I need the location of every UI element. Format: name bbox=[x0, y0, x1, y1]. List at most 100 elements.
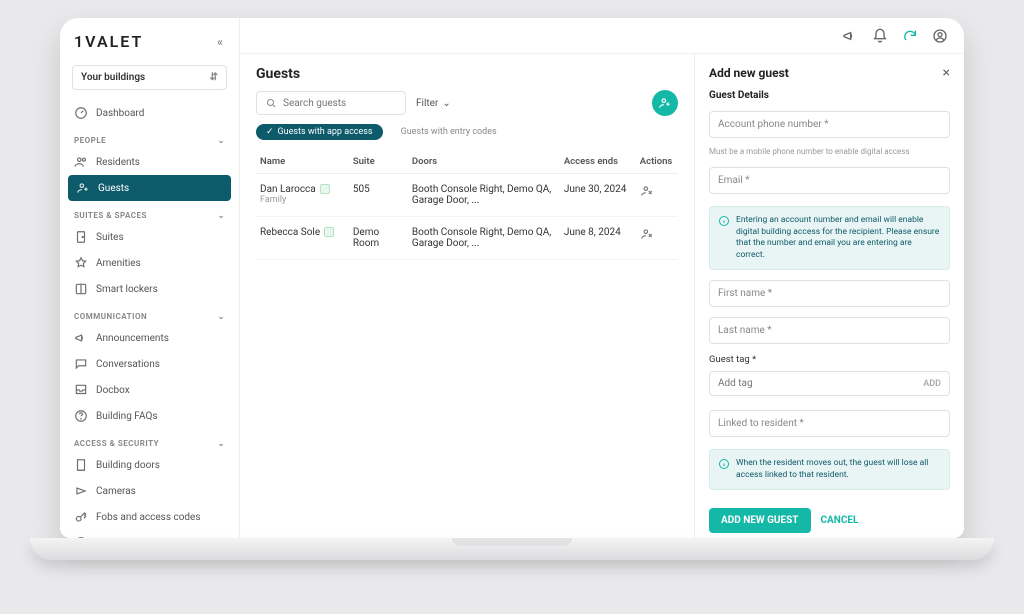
nav-label: Smart lockers bbox=[96, 284, 158, 295]
status-badge bbox=[324, 227, 334, 237]
cell-access-ends: June 8, 2024 bbox=[560, 217, 636, 260]
info-text: When the resident moves out, the guest w… bbox=[736, 458, 941, 481]
info-icon bbox=[718, 458, 730, 470]
add-guest-fab[interactable] bbox=[652, 90, 678, 116]
tab-app-access[interactable]: ✓ Guests with app access bbox=[256, 124, 383, 140]
guest-tag-label: Guest tag * bbox=[695, 350, 964, 367]
nav-guests[interactable]: Guests bbox=[68, 175, 231, 201]
nav-label: Conversations bbox=[96, 359, 160, 370]
bell-icon[interactable] bbox=[872, 28, 888, 44]
row-action-button[interactable] bbox=[640, 227, 654, 241]
cell-suite: 505 bbox=[349, 174, 408, 217]
add-guest-panel: Add new guest × Guest Details Account ph… bbox=[694, 54, 964, 538]
table-row[interactable]: Rebecca Sole Demo Room Booth Console Rig… bbox=[256, 217, 678, 260]
phone-field[interactable]: Account phone number * bbox=[709, 111, 950, 138]
nav-fobs[interactable]: Fobs and access codes bbox=[60, 504, 239, 530]
nav-label: Amenities bbox=[96, 258, 141, 269]
nav-suites[interactable]: Suites bbox=[60, 224, 239, 250]
search-input-wrapper[interactable] bbox=[256, 91, 406, 115]
nav-dashboard[interactable]: Dashboard bbox=[60, 100, 239, 126]
status-badge bbox=[320, 184, 330, 194]
cancel-button[interactable]: CANCEL bbox=[821, 515, 859, 526]
nav-logs[interactable]: Logs bbox=[60, 530, 239, 538]
nav-conversations[interactable]: Conversations bbox=[60, 351, 239, 377]
megaphone-icon bbox=[74, 331, 88, 345]
nav-doors[interactable]: Building doors bbox=[60, 452, 239, 478]
col-name[interactable]: Name bbox=[256, 150, 349, 174]
cell-suite: Demo Room bbox=[349, 217, 408, 260]
page-title: Guests bbox=[256, 66, 678, 82]
phone-hint: Must be a mobile phone number to enable … bbox=[709, 147, 950, 157]
nav-label: Announcements bbox=[96, 333, 169, 344]
guest-tabs: ✓ Guests with app access Guests with ent… bbox=[256, 124, 678, 140]
filter-button[interactable]: Filter ⌄ bbox=[416, 98, 451, 109]
nav-faqs[interactable]: Building FAQs bbox=[60, 403, 239, 429]
nav-section-comm[interactable]: COMMUNICATION ⌄ bbox=[60, 302, 239, 325]
nav-label: Dashboard bbox=[96, 108, 144, 119]
chevron-updown-icon: ⇵ bbox=[210, 72, 218, 83]
chevron-down-icon: ⌄ bbox=[442, 98, 450, 109]
last-name-field[interactable]: Last name * bbox=[709, 317, 950, 344]
refresh-icon[interactable] bbox=[902, 28, 918, 44]
email-field[interactable]: Email * bbox=[709, 167, 950, 194]
cell-access-ends: June 30, 2024 bbox=[560, 174, 636, 217]
submit-button[interactable]: ADD NEW GUEST bbox=[709, 508, 811, 533]
chevron-down-icon: ⌄ bbox=[218, 439, 225, 448]
inbox-icon bbox=[74, 383, 88, 397]
users-icon bbox=[74, 155, 88, 169]
tag-input[interactable] bbox=[718, 378, 923, 389]
chevron-down-icon: ⌄ bbox=[218, 136, 225, 145]
panel-footer: ADD NEW GUEST CANCEL bbox=[695, 496, 964, 538]
nav-label: Docbox bbox=[96, 385, 130, 396]
sidebar-collapse-button[interactable]: « bbox=[217, 35, 225, 49]
brand-row: 1VALET « bbox=[60, 18, 239, 59]
list-toolbar: Filter ⌄ bbox=[256, 90, 678, 116]
nav-amenities[interactable]: Amenities bbox=[60, 250, 239, 276]
nav-cameras[interactable]: Cameras bbox=[60, 478, 239, 504]
sidebar: 1VALET « Your buildings ⇵ Dashboard PEOP… bbox=[60, 18, 240, 538]
add-tag-button[interactable]: ADD bbox=[923, 379, 941, 389]
megaphone-icon[interactable] bbox=[842, 28, 858, 44]
tab-entry-codes[interactable]: Guests with entry codes bbox=[391, 124, 507, 140]
table-row[interactable]: Dan Larocca Family 505 Booth Console Rig… bbox=[256, 174, 678, 217]
row-action-button[interactable] bbox=[640, 184, 654, 198]
close-icon[interactable]: × bbox=[943, 66, 950, 80]
topbar bbox=[240, 18, 964, 54]
laptop-base bbox=[30, 538, 994, 560]
info-banner: Entering an account number and email wil… bbox=[709, 206, 950, 270]
guest-list: Guests Filter ⌄ bbox=[240, 54, 694, 538]
cell-name: Dan Larocca bbox=[260, 184, 316, 195]
nav-section-suites[interactable]: SUITES & SPACES ⌄ bbox=[60, 201, 239, 224]
locker-icon bbox=[74, 282, 88, 296]
chat-icon bbox=[74, 357, 88, 371]
cell-name: Rebecca Sole bbox=[260, 227, 320, 238]
nav-docbox[interactable]: Docbox bbox=[60, 377, 239, 403]
nav-residents[interactable]: Residents bbox=[60, 149, 239, 175]
linked-resident-field[interactable]: Linked to resident * bbox=[709, 410, 950, 437]
info-text: Entering an account number and email wil… bbox=[736, 215, 941, 261]
cell-doors: Booth Console Right, Demo QA, Garage Doo… bbox=[408, 174, 560, 217]
search-icon bbox=[265, 97, 277, 109]
chevron-down-icon: ⌄ bbox=[218, 211, 225, 220]
col-access-ends[interactable]: Access ends bbox=[560, 150, 636, 174]
nav-smartlockers[interactable]: Smart lockers bbox=[60, 276, 239, 302]
brand-logo: 1VALET bbox=[74, 32, 143, 51]
building-selector-label: Your buildings bbox=[81, 72, 145, 83]
nav-announcements[interactable]: Announcements bbox=[60, 325, 239, 351]
gauge-icon bbox=[74, 106, 88, 120]
nav-section-access[interactable]: ACCESS & SECURITY ⌄ bbox=[60, 429, 239, 452]
guest-icon bbox=[76, 181, 90, 195]
main-area: Guests Filter ⌄ bbox=[240, 18, 964, 538]
account-icon[interactable] bbox=[932, 28, 948, 44]
col-suite[interactable]: Suite bbox=[349, 150, 408, 174]
nav-section-people[interactable]: PEOPLE ⌄ bbox=[60, 126, 239, 149]
nav-label: Suites bbox=[96, 232, 124, 243]
first-name-field[interactable]: First name * bbox=[709, 280, 950, 307]
guest-tag-field[interactable]: ADD bbox=[709, 371, 950, 396]
chevron-down-icon: ⌄ bbox=[218, 312, 225, 321]
search-input[interactable] bbox=[283, 98, 416, 109]
col-doors[interactable]: Doors bbox=[408, 150, 560, 174]
filter-label: Filter bbox=[416, 98, 438, 109]
info-icon bbox=[718, 215, 730, 227]
building-selector[interactable]: Your buildings ⇵ bbox=[72, 65, 227, 90]
